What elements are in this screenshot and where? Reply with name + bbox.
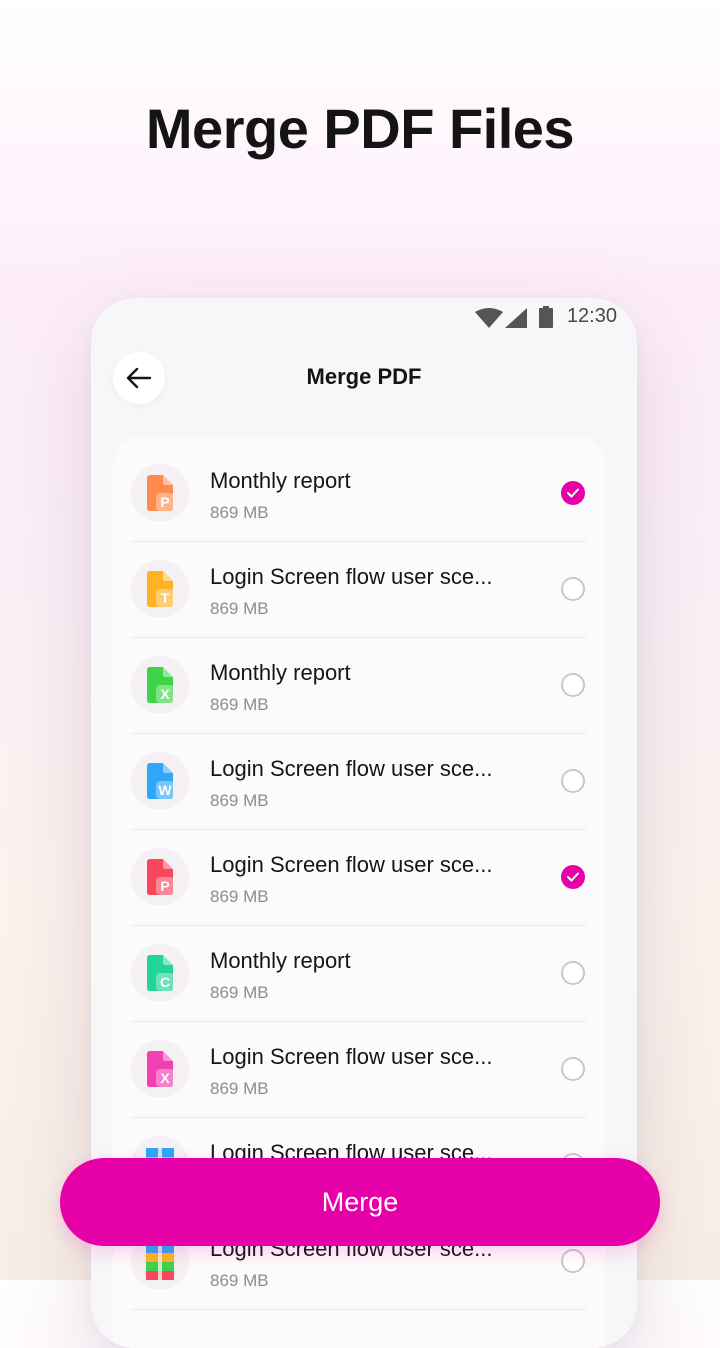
file-icon-wrap: W bbox=[131, 752, 189, 810]
file-type-letter: X bbox=[160, 686, 170, 702]
file-row[interactable]: X Monthly report 869 MB bbox=[131, 638, 587, 734]
document-file-icon: X bbox=[147, 1051, 174, 1087]
file-type-letter: W bbox=[158, 782, 172, 798]
status-bar: 12:30 bbox=[91, 298, 637, 338]
file-name: Login Screen flow user sce... bbox=[210, 756, 493, 781]
file-name: Login Screen flow user sce... bbox=[210, 564, 493, 589]
file-row[interactable]: X Login Screen flow user sce... 869 MB bbox=[131, 1022, 587, 1118]
file-size: 869 MB bbox=[210, 887, 269, 906]
check-icon bbox=[567, 872, 579, 882]
unselected-checkbox[interactable] bbox=[561, 1249, 585, 1273]
file-icon-wrap: P bbox=[131, 848, 189, 906]
file-size: 869 MB bbox=[210, 791, 269, 810]
archive-file-icon bbox=[146, 1244, 174, 1280]
file-icon-wrap: X bbox=[131, 656, 189, 714]
cellular-signal-icon bbox=[505, 308, 527, 328]
file-type-letter: P bbox=[160, 494, 169, 510]
selected-checkbox[interactable] bbox=[561, 865, 585, 889]
document-file-icon: P bbox=[147, 859, 174, 895]
merge-button[interactable]: Merge bbox=[60, 1158, 660, 1246]
file-row[interactable]: W Login Screen flow user sce... 869 MB bbox=[131, 734, 587, 830]
file-name: Monthly report bbox=[210, 468, 351, 493]
file-type-letter: C bbox=[160, 974, 170, 990]
file-type-letter: P bbox=[160, 878, 169, 894]
unselected-checkbox[interactable] bbox=[561, 577, 585, 601]
file-icon-wrap: X bbox=[131, 1040, 189, 1098]
selected-checkbox[interactable] bbox=[561, 481, 585, 505]
promo-title: Merge PDF Files bbox=[145, 97, 575, 160]
file-icon-wrap: P bbox=[131, 464, 189, 522]
file-name: Monthly report bbox=[210, 660, 351, 685]
file-name: Login Screen flow user sce... bbox=[210, 1044, 493, 1069]
unselected-checkbox[interactable] bbox=[561, 1057, 585, 1081]
file-type-letter: T bbox=[161, 590, 170, 606]
file-size: 869 MB bbox=[210, 1271, 269, 1290]
file-size: 869 MB bbox=[210, 503, 269, 522]
file-type-letter: X bbox=[160, 1070, 170, 1086]
battery-icon bbox=[539, 306, 553, 328]
document-file-icon: X bbox=[147, 667, 174, 703]
document-file-icon: W bbox=[147, 763, 174, 799]
screen-title: Merge PDF bbox=[306, 364, 422, 389]
document-file-icon: P bbox=[147, 475, 174, 511]
file-size: 869 MB bbox=[210, 695, 269, 714]
file-icon-wrap: T bbox=[131, 560, 189, 618]
file-size: 869 MB bbox=[210, 983, 269, 1002]
unselected-checkbox[interactable] bbox=[561, 769, 585, 793]
wifi-icon bbox=[475, 308, 503, 328]
file-name: Login Screen flow user sce... bbox=[210, 852, 493, 877]
file-size: 869 MB bbox=[210, 599, 269, 618]
file-name: Monthly report bbox=[210, 948, 351, 973]
file-row[interactable]: C Monthly report 869 MB bbox=[131, 926, 587, 1022]
document-file-icon: T bbox=[147, 571, 174, 607]
document-file-icon: C bbox=[147, 955, 174, 991]
file-row[interactable]: T Login Screen flow user sce... 869 MB bbox=[131, 542, 587, 638]
unselected-checkbox[interactable] bbox=[561, 673, 585, 697]
file-icon-wrap: C bbox=[131, 944, 189, 1002]
app-bar: Merge PDF bbox=[91, 350, 637, 406]
unselected-checkbox[interactable] bbox=[561, 961, 585, 985]
check-icon bbox=[567, 488, 579, 498]
file-row[interactable]: P Monthly report 869 MB bbox=[131, 446, 587, 542]
file-size: 869 MB bbox=[210, 1079, 269, 1098]
status-time: 12:30 bbox=[566, 305, 617, 327]
file-row[interactable]: P Login Screen flow user sce... 869 MB bbox=[131, 830, 587, 926]
